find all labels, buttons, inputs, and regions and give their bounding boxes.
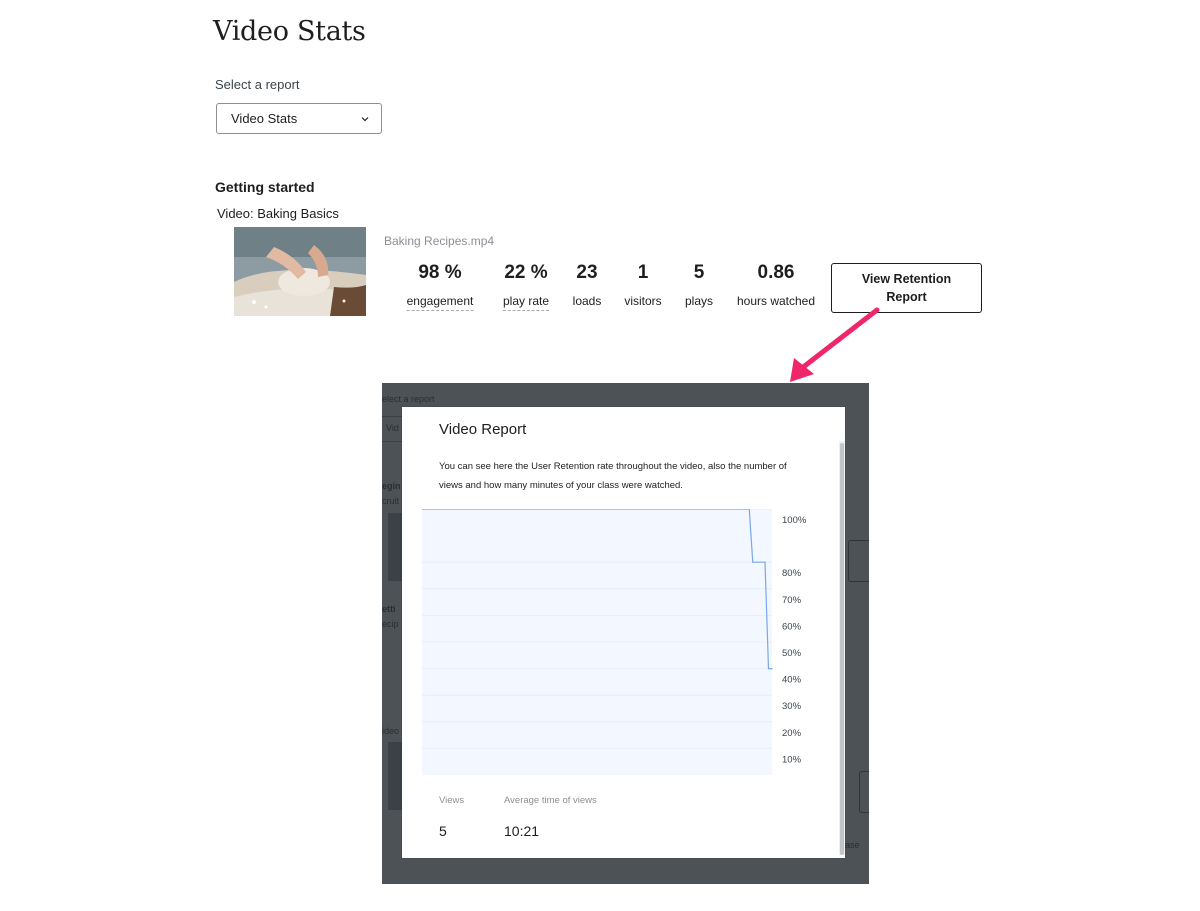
avg-time-value: 10:21	[504, 823, 540, 839]
chart-y-tick-label: 40%	[782, 675, 802, 686]
stat-engagement: 98 % engagement	[406, 262, 474, 311]
chart-y-tick-label: 50%	[782, 648, 802, 659]
chart-y-tick-label: 80%	[782, 568, 802, 579]
avg-time-label: Average time of views	[504, 795, 597, 806]
ghost-text: ase	[845, 840, 860, 850]
video-thumbnail[interactable]	[234, 227, 366, 316]
ghost-text: ecip	[382, 619, 399, 629]
chevron-down-icon	[361, 116, 369, 121]
ghost-text: etti	[382, 604, 396, 614]
chart-y-tick-label: 30%	[782, 701, 802, 712]
modal-title: Video Report	[439, 421, 527, 438]
stat-value: 5	[693, 262, 705, 283]
stat-loads: 23 loads	[573, 262, 602, 310]
stat-label[interactable]: engagement	[406, 294, 474, 311]
stat-play-rate: 22 % play rate	[502, 262, 550, 311]
stat-value: 1	[637, 262, 649, 283]
baking-photo-icon	[234, 227, 366, 316]
stat-value: 98 %	[418, 262, 462, 283]
stat-visitors: 1 visitors	[624, 262, 661, 310]
ghost-select	[382, 416, 403, 442]
report-select[interactable]: Video Stats	[216, 103, 382, 134]
report-select-label: Select a report	[215, 77, 300, 92]
chart-y-tick-label: 70%	[782, 595, 802, 606]
video-report-modal: Video Report You can see here the User R…	[402, 407, 845, 858]
section-title: Getting started	[215, 179, 315, 195]
stat-label: loads	[572, 294, 602, 308]
ghost-text: elect a report	[382, 394, 435, 404]
ghost-button	[848, 540, 869, 582]
annotation-arrow-icon	[790, 307, 880, 382]
ghost-text: egin	[382, 481, 401, 491]
views-label: Views	[439, 795, 465, 806]
chart-y-tick-label: 20%	[782, 728, 802, 739]
ghost-text: cruit	[382, 496, 400, 506]
video-file-name: Baking Recipes.mp4	[384, 234, 495, 248]
video-report-screenshot: elect a report Vid egin cruit etti ecip …	[382, 383, 869, 884]
ghost-text: ideo	[382, 726, 400, 736]
stat-label: plays	[684, 294, 714, 308]
chart-y-tick-label: 10%	[782, 754, 802, 765]
page-title: Video Stats	[213, 16, 366, 47]
stat-label[interactable]: play rate	[502, 294, 550, 311]
stat-label: visitors	[624, 294, 662, 308]
retention-chart: 100% 80% 70% 60% 50% 40% 30% 20% 10%	[422, 509, 807, 775]
report-select-value: Video Stats	[231, 111, 298, 126]
video-title: Video: Baking Basics	[217, 206, 339, 221]
modal-scrollbar-thumb[interactable]	[840, 443, 844, 855]
ghost-thumbnail	[388, 513, 402, 581]
retention-point	[771, 668, 773, 670]
retention-point	[764, 561, 766, 563]
chart-y-tick-label: 60%	[782, 621, 802, 632]
stat-value: 23	[576, 262, 598, 283]
ghost-button	[859, 771, 869, 813]
views-value: 5	[439, 823, 447, 839]
stat-value: 0.86	[757, 262, 795, 283]
retention-point	[767, 668, 770, 670]
modal-description: You can see here the User Retention rate…	[439, 461, 787, 491]
ghost-thumbnail	[388, 742, 402, 810]
stat-plays: 5 plays	[685, 262, 713, 310]
chart-y-tick-label: 100%	[782, 515, 807, 526]
retention-point	[752, 561, 754, 563]
stat-value: 22 %	[504, 262, 548, 283]
